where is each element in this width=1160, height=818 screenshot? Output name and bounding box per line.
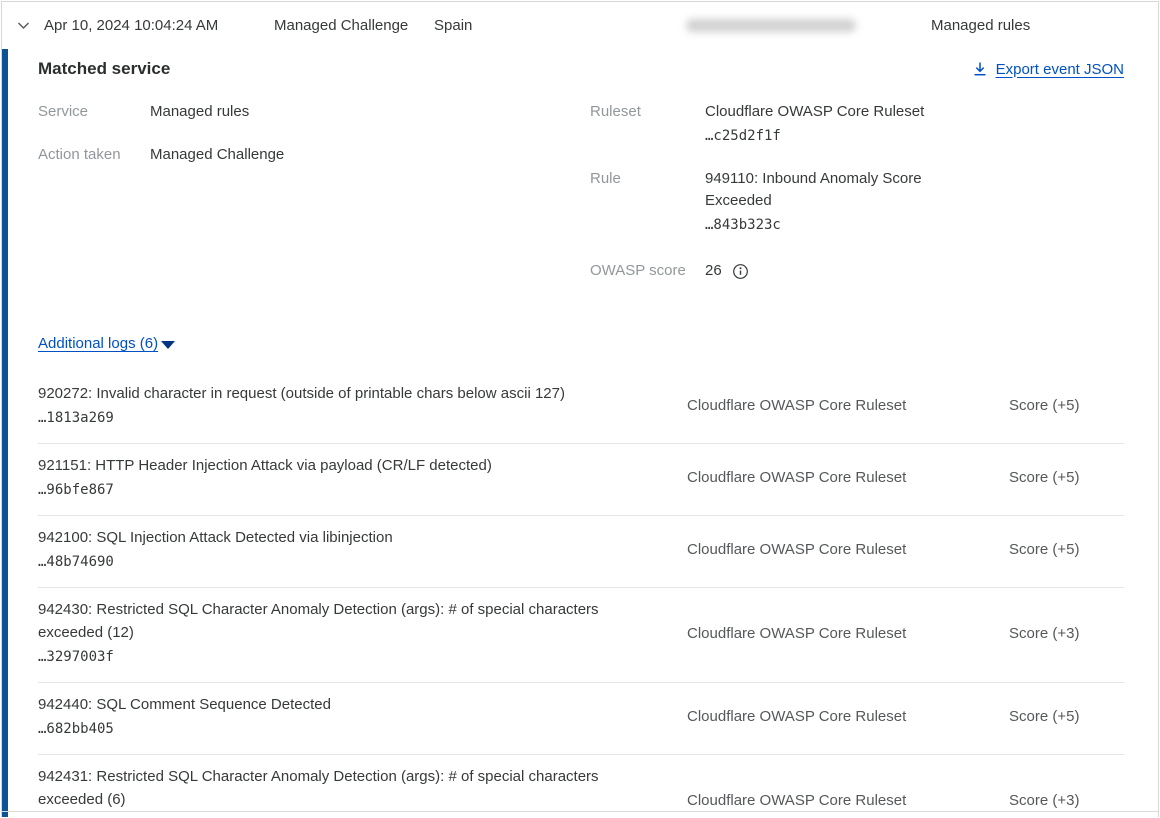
field-ruleset: Ruleset Cloudflare OWASP Core Ruleset …c… (590, 101, 1124, 147)
log-rule-description: 920272: Invalid character in request (ou… (38, 382, 687, 429)
log-row: 942431: Restricted SQL Character Anomaly… (38, 755, 1124, 817)
caret-down-icon (161, 341, 175, 349)
field-ruleset-value: Cloudflare OWASP Core Ruleset …c25d2f1f (705, 101, 924, 147)
event-service: Managed rules (931, 17, 1030, 34)
log-ruleset-name: Cloudflare OWASP Core Ruleset (687, 625, 1009, 642)
log-rule-description: 921151: HTTP Header Injection Attack via… (38, 454, 687, 501)
firewall-event-card: Apr 10, 2024 10:04:24 AM Managed Challen… (1, 1, 1159, 817)
log-ruleset-name: Cloudflare OWASP Core Ruleset (687, 469, 1009, 486)
field-rule: Rule 949110: Inbound Anomaly Score Excee… (590, 168, 1124, 236)
field-service: Service Managed rules (38, 101, 590, 123)
expanded-row-accent-bar (2, 49, 8, 817)
log-rule-id: …682bb405 (38, 719, 653, 740)
field-owasp-score-label: OWASP score (590, 260, 705, 282)
log-ruleset-name: Cloudflare OWASP Core Ruleset (687, 397, 1009, 414)
log-rule-text: 921151: HTTP Header Injection Attack via… (38, 457, 492, 474)
export-event-json-link[interactable]: Export event JSON (972, 61, 1124, 78)
redacted-host (686, 19, 856, 32)
log-rule-text: 942100: SQL Injection Attack Detected vi… (38, 529, 393, 546)
rule-name: 949110: Inbound Anomaly Score Exceeded (705, 170, 922, 209)
event-country: Spain (434, 17, 686, 34)
field-owasp-score: OWASP score 26 (590, 260, 1124, 282)
log-score: Score (+3) (1009, 625, 1124, 642)
log-rule-description: 942430: Restricted SQL Character Anomaly… (38, 598, 687, 668)
log-row: 942430: Restricted SQL Character Anomaly… (38, 588, 1124, 683)
log-score: Score (+5) (1009, 541, 1124, 558)
log-row: 920272: Invalid character in request (ou… (38, 372, 1124, 444)
log-score: Score (+5) (1009, 397, 1124, 414)
log-row: 921151: HTTP Header Injection Attack via… (38, 444, 1124, 516)
field-service-value: Managed rules (150, 101, 249, 123)
log-ruleset-name: Cloudflare OWASP Core Ruleset (687, 792, 1009, 809)
log-row: 942440: SQL Comment Sequence Detected …6… (38, 683, 1124, 755)
log-rule-text: 942431: Restricted SQL Character Anomaly… (38, 768, 599, 808)
log-score: Score (+3) (1009, 792, 1124, 809)
log-rule-id: …3297003f (38, 647, 653, 668)
log-rule-id: …e5f94216 (38, 814, 653, 817)
ruleset-id: …c25d2f1f (705, 126, 924, 147)
log-rule-text: 942430: Restricted SQL Character Anomaly… (38, 601, 599, 641)
log-score: Score (+5) (1009, 469, 1124, 486)
log-ruleset-name: Cloudflare OWASP Core Ruleset (687, 708, 1009, 725)
export-link-label: Export event JSON (996, 61, 1124, 78)
event-action: Managed Challenge (274, 17, 434, 34)
field-ruleset-label: Ruleset (590, 101, 705, 147)
additional-logs-label: Additional logs (6) (38, 335, 158, 352)
panel-title: Matched service (38, 59, 170, 79)
field-rule-label: Rule (590, 168, 705, 236)
field-action-taken-label: Action taken (38, 144, 150, 166)
log-row: 942100: SQL Injection Attack Detected vi… (38, 516, 1124, 588)
additional-logs-toggle[interactable]: Additional logs (6) (38, 335, 175, 352)
field-rule-value: 949110: Inbound Anomaly Score Exceeded …… (705, 168, 950, 236)
chevron-down-icon[interactable] (15, 17, 32, 34)
ruleset-name: Cloudflare OWASP Core Ruleset (705, 103, 924, 120)
log-rule-id: …96bfe867 (38, 480, 653, 501)
log-rule-description: 942440: SQL Comment Sequence Detected …6… (38, 693, 687, 740)
log-rule-id: …48b74690 (38, 552, 653, 573)
info-icon[interactable] (732, 263, 749, 280)
field-service-label: Service (38, 101, 150, 123)
event-summary-row[interactable]: Apr 10, 2024 10:04:24 AM Managed Challen… (2, 2, 1158, 49)
owasp-score-value: 26 (705, 260, 722, 282)
log-rule-description: 942100: SQL Injection Attack Detected vi… (38, 526, 687, 573)
log-rule-text: 920272: Invalid character in request (ou… (38, 385, 565, 402)
log-rule-id: …1813a269 (38, 408, 653, 429)
event-timestamp: Apr 10, 2024 10:04:24 AM (44, 17, 274, 34)
log-ruleset-name: Cloudflare OWASP Core Ruleset (687, 541, 1009, 558)
additional-logs-table: 920272: Invalid character in request (ou… (38, 372, 1124, 817)
log-rule-text: 942440: SQL Comment Sequence Detected (38, 696, 331, 713)
log-rule-description: 942431: Restricted SQL Character Anomaly… (38, 765, 687, 817)
field-action-taken: Action taken Managed Challenge (38, 144, 590, 166)
download-icon (972, 61, 988, 77)
log-score: Score (+5) (1009, 708, 1124, 725)
next-row-divider (2, 811, 1158, 812)
event-detail-panel: Matched service Export event JSON Servic… (2, 49, 1158, 817)
field-action-taken-value: Managed Challenge (150, 144, 284, 166)
rule-id: …843b323c (705, 215, 950, 236)
